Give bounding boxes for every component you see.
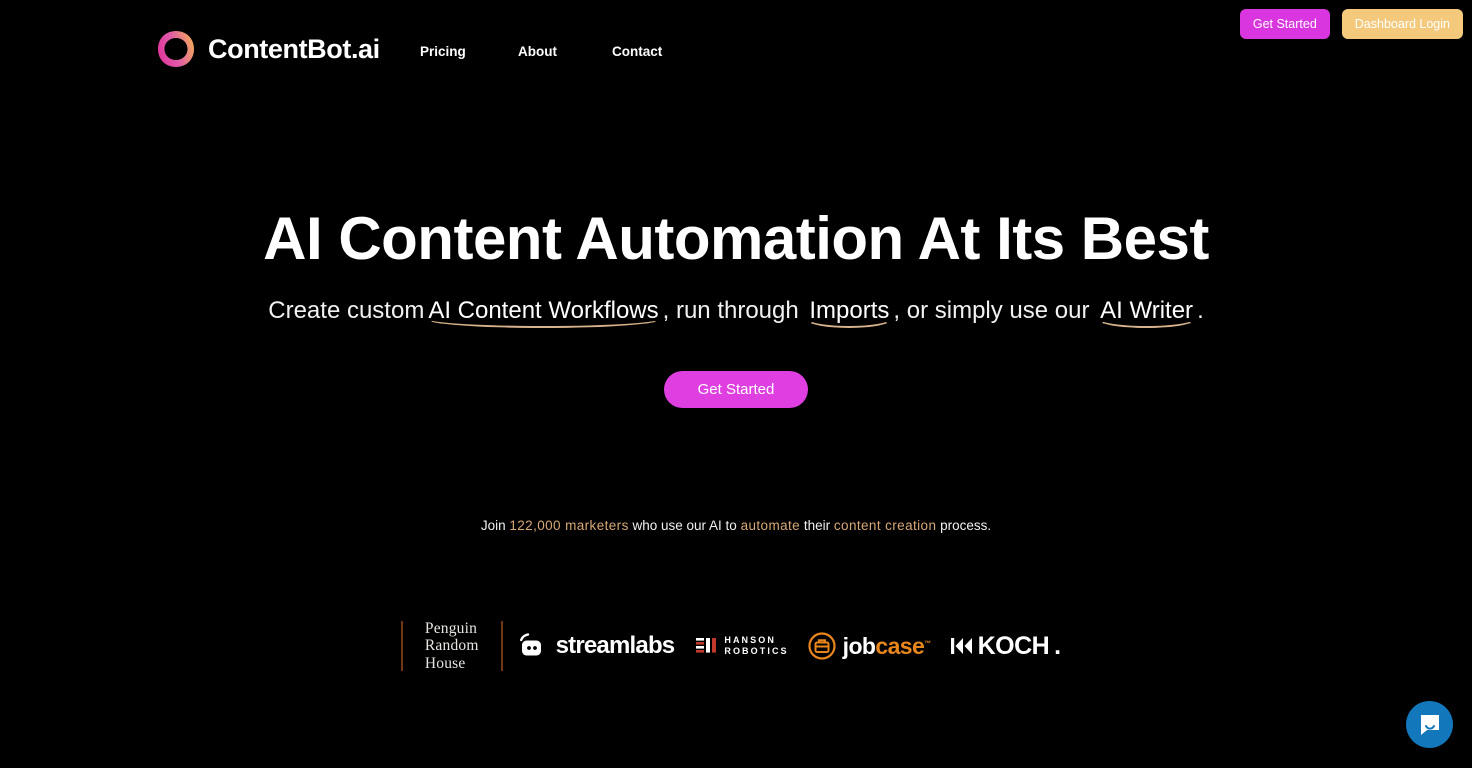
hanson-line-1: HANSON bbox=[724, 635, 776, 645]
hero-sub-text-2: , run through bbox=[662, 297, 799, 324]
hero-sub-text-1: Create custom bbox=[268, 297, 425, 324]
logo-jobcase: jobcase™ bbox=[797, 618, 941, 674]
hero-sub-text-3: , or simply use our bbox=[893, 297, 1090, 324]
site-header: ContentBot.ai Pricing About Contact Get … bbox=[0, 0, 1472, 92]
koch-icon bbox=[950, 638, 972, 654]
logo-hanson-robotics: HANSON ROBOTICS bbox=[688, 618, 796, 674]
hanson-line-2: ROBOTICS bbox=[724, 646, 789, 656]
jobcase-tm: ™ bbox=[924, 639, 931, 647]
hero-link-ai-writer[interactable]: AI Writer bbox=[1096, 297, 1197, 326]
social-proof-text: Join 122,000 marketers who use our AI to… bbox=[0, 518, 1472, 533]
hero-subtitle: Create custom AI Content Workflows, run t… bbox=[0, 294, 1472, 328]
social-proof-marketers: 122,000 marketers bbox=[509, 518, 629, 533]
penguin-line-2: Random bbox=[424, 637, 479, 655]
social-proof-part-2: who use our AI to bbox=[632, 518, 737, 533]
brand-name: ContentBot.ai bbox=[208, 33, 380, 64]
header-get-started-button[interactable]: Get Started bbox=[1239, 9, 1330, 39]
penguin-line-3: House bbox=[424, 654, 466, 672]
hanson-robotics-icon bbox=[696, 638, 717, 653]
social-proof-part-3: their bbox=[803, 518, 831, 533]
penguin-line-1: Penguin bbox=[424, 619, 478, 637]
jobcase-job-text: job bbox=[842, 632, 876, 659]
nav-item-pricing[interactable]: Pricing bbox=[420, 44, 518, 59]
logo-divider bbox=[500, 621, 503, 671]
jobcase-case-text: case bbox=[875, 632, 925, 659]
hero-sub-text-4: . bbox=[1197, 297, 1204, 324]
koch-period: . bbox=[1054, 631, 1062, 660]
nav-item-about[interactable]: About bbox=[518, 44, 612, 59]
social-proof-part-4: process. bbox=[940, 518, 992, 533]
page-title: AI Content Automation At Its Best bbox=[263, 205, 1209, 272]
koch-wordmark: KOCH bbox=[977, 631, 1050, 660]
brand-logo[interactable]: ContentBot.ai bbox=[155, 28, 380, 70]
cta-container: Get Started bbox=[0, 371, 1472, 408]
hero-get-started-button[interactable]: Get Started bbox=[663, 371, 809, 408]
social-proof-content-creation: content creation bbox=[833, 518, 937, 533]
logo-penguin-random-house: Penguin Random House bbox=[403, 618, 501, 674]
logo-streamlabs: streamlabs bbox=[503, 618, 689, 674]
social-proof-automate: automate bbox=[740, 518, 801, 533]
main-nav: Pricing About Contact bbox=[420, 44, 702, 59]
social-proof-part-1: Join bbox=[480, 518, 506, 533]
chat-launcher-button[interactable] bbox=[1406, 701, 1453, 748]
logo-koch: KOCH. bbox=[941, 618, 1072, 674]
chat-bubble-icon bbox=[1420, 714, 1439, 735]
nav-item-contact[interactable]: Contact bbox=[612, 44, 702, 59]
landing-page: ContentBot.ai Pricing About Contact Get … bbox=[0, 0, 1472, 768]
hero-link-imports[interactable]: Imports bbox=[805, 297, 893, 326]
client-logo-strip: Penguin Random House streamlabs HANSON R… bbox=[0, 618, 1472, 674]
jobcase-icon bbox=[808, 632, 836, 660]
logo-divider bbox=[400, 621, 403, 671]
streamlabs-wordmark: streamlabs bbox=[555, 632, 676, 659]
hero-link-workflows[interactable]: AI Content Workflows bbox=[424, 297, 662, 326]
header-actions: Get Started Dashboard Login bbox=[1239, 9, 1463, 39]
ring-gradient-icon bbox=[158, 31, 194, 67]
dashboard-login-button[interactable]: Dashboard Login bbox=[1341, 9, 1463, 39]
streamlabs-icon bbox=[519, 633, 541, 656]
